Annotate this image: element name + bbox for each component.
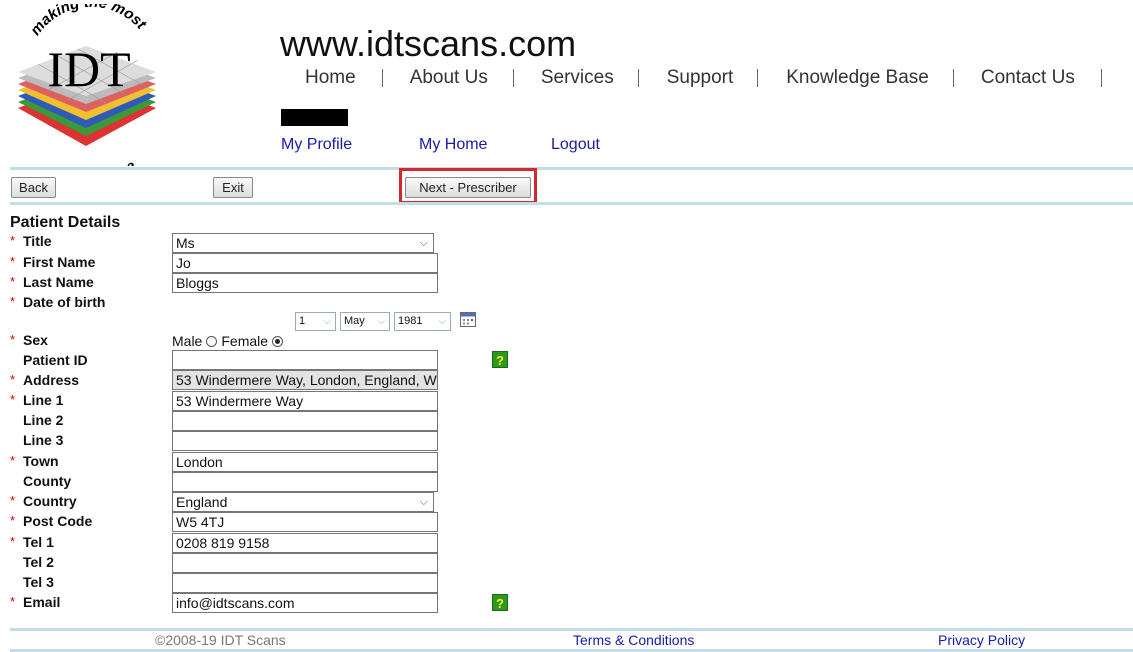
logout-link[interactable]: Logout: [551, 136, 600, 154]
tel2-field[interactable]: [172, 553, 438, 573]
address-field: 53 Windermere Way, London, England, W: [172, 370, 438, 390]
copyright-text: ©2008-19 IDT Scans: [155, 632, 286, 648]
tel2-label: Tel 2: [23, 554, 54, 570]
help-icon[interactable]: ?: [492, 351, 508, 368]
chevron-down-icon: ⌵: [377, 316, 385, 327]
dob-label: * Date of birth: [10, 294, 106, 310]
line3-label: Line 3: [23, 432, 64, 448]
required-marker: *: [10, 274, 16, 289]
dob-day-select[interactable]: 1 ⌵: [295, 312, 336, 331]
chevron-down-icon: ⌵: [438, 316, 446, 327]
sex-label: * Sex: [10, 332, 48, 348]
line2-field[interactable]: [172, 411, 438, 431]
required-marker: *: [10, 453, 16, 468]
required-marker: *: [10, 513, 16, 528]
male-radio[interactable]: [206, 335, 218, 347]
logo-tagline-top: making the most: [27, 4, 150, 39]
nav-services[interactable]: Services: [541, 67, 614, 89]
female-radio[interactable]: [272, 335, 284, 347]
calendar-icon[interactable]: [460, 312, 476, 327]
line2-label: Line 2: [23, 412, 64, 428]
required-marker: *: [10, 493, 16, 508]
required-marker: *: [10, 294, 16, 309]
required-marker: *: [10, 392, 16, 407]
svg-text:of your image: of your image: [45, 157, 140, 166]
address-label: * Address: [10, 372, 80, 388]
nav-home[interactable]: Home: [305, 67, 356, 89]
privacy-link[interactable]: Privacy Policy: [938, 632, 1025, 648]
first-name-field[interactable]: Jo: [172, 253, 438, 273]
chevron-down-icon: ⌵: [323, 316, 331, 327]
site-title: www.idtscans.com: [280, 23, 577, 64]
post-code-label: * Post Code: [10, 513, 93, 529]
nav-about-us[interactable]: About Us: [410, 67, 488, 89]
section-title: Patient Details: [10, 214, 121, 231]
dob-year-select[interactable]: 1981 ⌵: [394, 312, 451, 331]
nav-separator: [637, 69, 639, 87]
nav-separator: [952, 69, 954, 87]
terms-link[interactable]: Terms & Conditions: [573, 632, 694, 648]
nav-separator: [381, 69, 383, 87]
divider: [10, 628, 1133, 631]
female-label: Female: [221, 333, 269, 349]
tel1-label: * Tel 1: [10, 534, 54, 550]
required-marker: *: [10, 254, 16, 269]
title-select[interactable]: Ms ⌵: [172, 233, 434, 253]
idt-logo[interactable]: IDT making the most of your image: [8, 4, 170, 166]
divider: [10, 202, 1133, 205]
male-label: Male: [172, 333, 203, 349]
line1-field[interactable]: 53 Windermere Way: [172, 391, 438, 411]
last-name-field[interactable]: Bloggs: [172, 273, 438, 293]
tel1-field[interactable]: 0208 819 9158: [172, 533, 438, 553]
logo-tagline-bottom: of your image: [45, 157, 140, 166]
sex-radio-group: Male Female: [172, 333, 287, 349]
patient-id-label: Patient ID: [23, 352, 88, 368]
town-field[interactable]: London: [172, 452, 438, 472]
required-marker: *: [10, 332, 16, 347]
back-button[interactable]: Back: [11, 177, 56, 198]
email-label: * Email: [10, 594, 61, 610]
redacted-username: [281, 109, 348, 126]
required-marker: *: [10, 534, 16, 549]
line1-label: * Line 1: [10, 392, 64, 408]
nav-knowledge-base[interactable]: Knowledge Base: [786, 67, 929, 89]
last-name-label: * Last Name: [10, 274, 94, 290]
tel3-field[interactable]: [172, 573, 438, 593]
main-nav: Home About Us Services Support Knowledge…: [288, 66, 1102, 90]
required-marker: *: [10, 372, 16, 387]
title-label: * Title: [10, 233, 52, 249]
dob-month-select[interactable]: May ⌵: [340, 312, 390, 331]
required-marker: *: [10, 233, 16, 248]
divider: [10, 167, 1133, 170]
tel3-label: Tel 3: [23, 574, 54, 590]
exit-button[interactable]: Exit: [213, 177, 253, 198]
county-field[interactable]: [172, 472, 438, 492]
help-icon[interactable]: ?: [492, 594, 508, 611]
post-code-field[interactable]: W5 4TJ: [172, 512, 438, 532]
my-profile-link[interactable]: My Profile: [281, 136, 352, 154]
nav-separator: [757, 69, 759, 87]
line3-field[interactable]: [172, 431, 438, 451]
chevron-down-icon: ⌵: [419, 237, 428, 249]
my-home-link[interactable]: My Home: [419, 136, 487, 154]
nav-separator: [512, 69, 514, 87]
logo-brand: IDT: [47, 41, 130, 97]
svg-text:making the most: making the most: [27, 4, 150, 39]
patient-id-field[interactable]: [172, 350, 438, 370]
county-label: County: [23, 473, 72, 489]
next-prescriber-button[interactable]: Next - Prescriber: [405, 177, 531, 198]
nav-separator: [1100, 69, 1102, 87]
email-field[interactable]: info@idtscans.com: [172, 593, 438, 613]
country-label: * Country: [10, 493, 77, 509]
town-label: * Town: [10, 453, 59, 469]
nav-support[interactable]: Support: [667, 67, 734, 89]
chevron-down-icon: ⌵: [419, 496, 428, 508]
required-marker: *: [10, 594, 16, 609]
first-name-label: * First Name: [10, 254, 96, 270]
nav-contact-us[interactable]: Contact Us: [981, 67, 1075, 89]
country-select[interactable]: England ⌵: [172, 492, 434, 512]
